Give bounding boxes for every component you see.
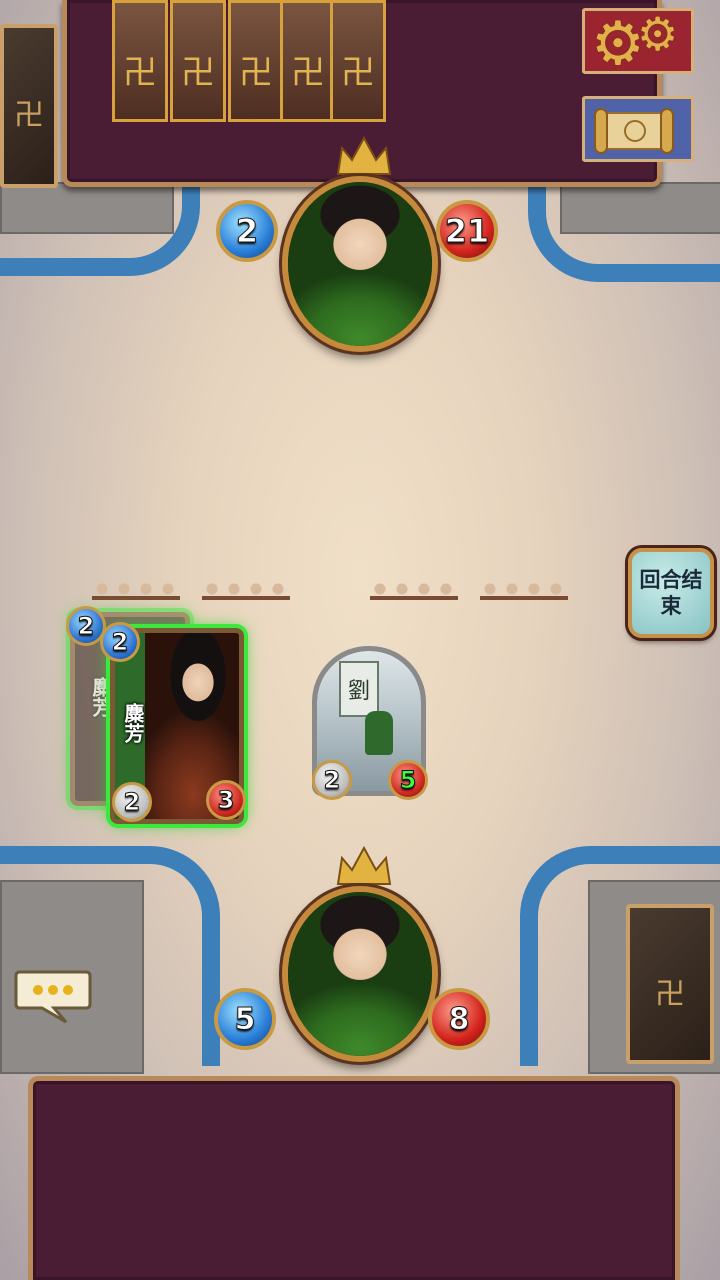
chat-bubble-icon [33, 985, 43, 995]
enemy-deck [0, 24, 58, 188]
board-divider [92, 578, 180, 600]
minion-attack-gem: 2 [312, 760, 352, 800]
card-attack-gem: 2 [112, 782, 152, 822]
player-hand-panel [28, 1076, 680, 1280]
chat-button[interactable] [14, 966, 92, 1024]
card-cost-gem: 2 [100, 622, 140, 662]
player-mana-orb: 5 [214, 988, 276, 1050]
enemy-health-orb: 21 [436, 200, 498, 262]
enemy-hero-image [288, 182, 432, 346]
card-health-gem: 3 [206, 780, 246, 820]
gear-icon: ⚙ [637, 7, 679, 61]
board-divider [480, 578, 568, 600]
end-turn-button[interactable]: 回合结束 [628, 548, 714, 638]
player-crown-icon [336, 846, 392, 885]
minion-health-gem: 5 [388, 760, 428, 800]
enemy-crown-icon [336, 136, 392, 175]
minion-banner-text: 劉 [347, 679, 370, 704]
enemy-hand-card [112, 0, 168, 122]
scroll-icon [594, 108, 674, 154]
enemy-hand-card [170, 0, 226, 122]
enemy-mana-orb: 2 [216, 200, 278, 262]
player-deck[interactable] [626, 904, 714, 1064]
enemy-hero-portrait[interactable] [282, 176, 438, 352]
player-hero-image [288, 892, 432, 1056]
minion-banner: 劉 [339, 661, 379, 717]
card-name: 麋芳 [121, 703, 145, 743]
board-divider [202, 578, 290, 600]
enemy-hand-card [280, 0, 336, 122]
enemy-hand-card [330, 0, 386, 122]
player-hero-portrait[interactable] [282, 886, 438, 1062]
minion-figure [365, 711, 393, 755]
enemy-hand-card [228, 0, 284, 122]
settings-button[interactable]: ⚙ ⚙ [582, 7, 694, 79]
end-turn-label: 回合结束 [639, 567, 703, 618]
board-divider [370, 578, 458, 600]
player-health-orb: 8 [428, 988, 490, 1050]
enemy-right-moat [528, 186, 720, 282]
enemy-left-moat [0, 186, 200, 276]
battle-log-button[interactable] [582, 96, 694, 162]
